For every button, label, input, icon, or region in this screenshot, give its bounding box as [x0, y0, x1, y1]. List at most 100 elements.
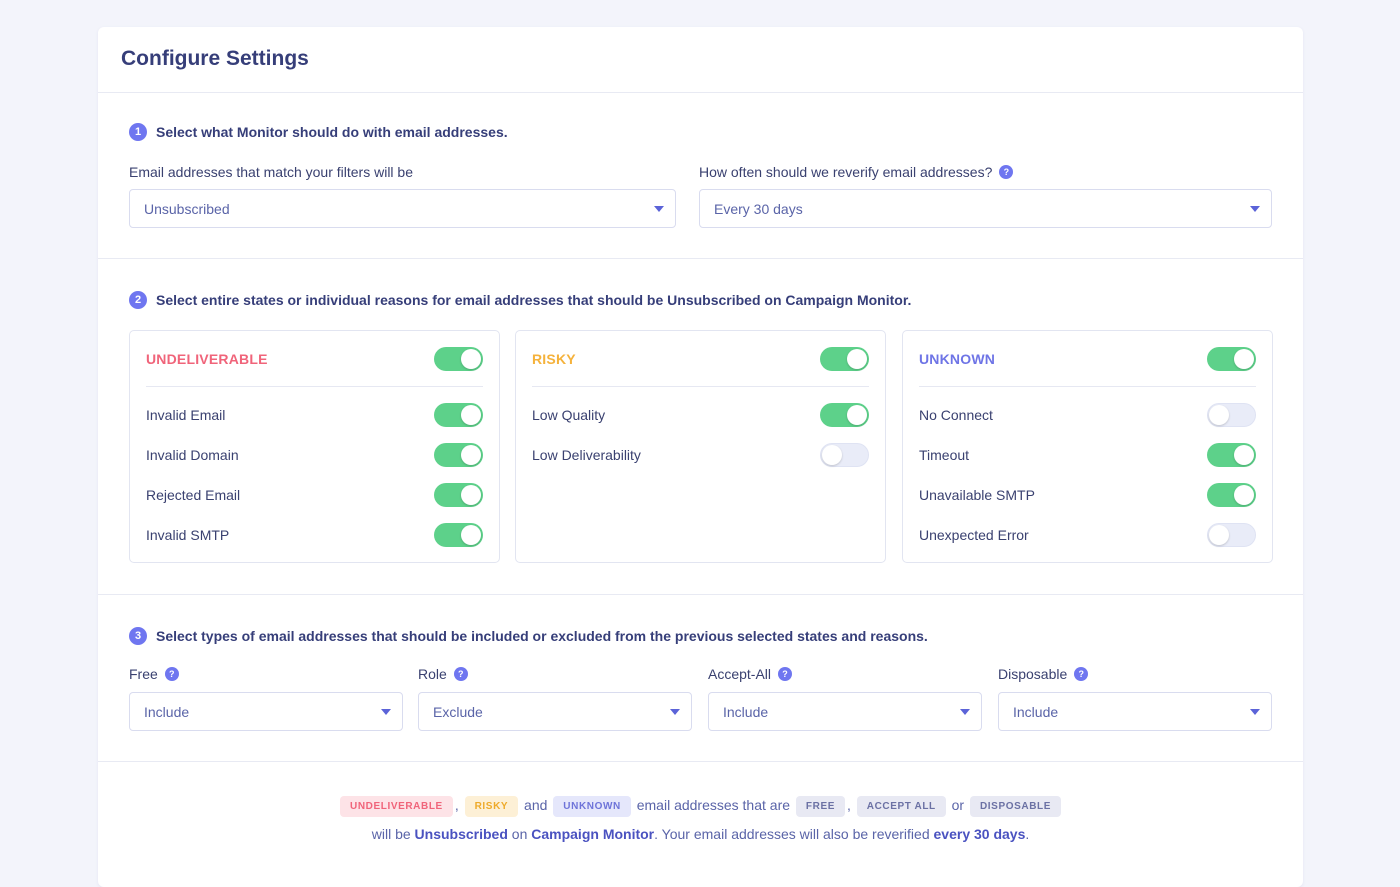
section-action: 1 Select what Monitor should do with ema… — [98, 93, 1303, 259]
section-states: 2 Select entire states or individual rea… — [98, 259, 1303, 595]
accept-all-label-text: Accept-All — [708, 666, 772, 682]
question-icon[interactable]: ? — [164, 667, 179, 681]
page-title: Configure Settings — [121, 47, 309, 70]
reason-list: Invalid Email Invalid Domain Rejected Em… — [146, 387, 483, 555]
state-toggle[interactable] — [820, 346, 869, 371]
reason-toggle[interactable] — [1207, 523, 1256, 547]
reason-label: Rejected Email — [146, 487, 241, 503]
panel-header: RISKY — [532, 331, 869, 387]
panel-title: UNKNOWN — [919, 350, 996, 367]
list-item: Timeout — [919, 435, 1256, 475]
summary-frequency: every 30 days — [933, 826, 1026, 842]
list-item: No Connect — [919, 395, 1256, 435]
state-toggle[interactable] — [434, 346, 483, 371]
reason-label: Unavailable SMTP — [919, 487, 1035, 503]
step-text: Select what Monitor should do with email… — [156, 124, 508, 140]
toggle-knob — [461, 445, 481, 465]
disposable-label-text: Disposable — [998, 666, 1068, 682]
list-item: Rejected Email — [146, 475, 483, 515]
step-number: 1 — [129, 123, 147, 141]
list-item: Low Quality — [532, 395, 869, 435]
toggle-knob — [461, 405, 481, 425]
question-icon[interactable]: ? — [453, 667, 468, 681]
state-toggle[interactable] — [1207, 346, 1256, 371]
free-select[interactable]: Include — [129, 692, 403, 731]
question-icon[interactable]: ? — [778, 667, 793, 681]
chip-unknown: UNKNOWN — [553, 796, 631, 817]
toggle-knob — [461, 485, 481, 505]
summary-line-2: will be Unsubscribed on Campaign Monitor… — [98, 826, 1303, 842]
summary-separator: , — [454, 797, 459, 814]
summary-service: Campaign Monitor — [531, 826, 655, 842]
reason-toggle[interactable] — [434, 403, 483, 427]
reason-label: Invalid Domain — [146, 447, 239, 463]
disposable-select-value: Include — [1013, 703, 1059, 720]
chip-disposable: DISPOSABLE — [969, 796, 1061, 817]
reason-toggle[interactable] — [434, 523, 483, 547]
reason-toggle[interactable] — [820, 443, 869, 467]
free-label-text: Free — [129, 666, 158, 682]
reason-toggle[interactable] — [434, 443, 483, 467]
reason-label: Low Deliverability — [532, 447, 641, 463]
action-select-value: Unsubscribed — [144, 200, 230, 217]
chevron-down-icon — [1250, 709, 1260, 715]
reason-toggle[interactable] — [820, 403, 869, 427]
step-text: Select types of email addresses that sho… — [156, 628, 928, 644]
panel-header: UNDELIVERABLE — [146, 331, 483, 387]
summary-and: and — [524, 797, 548, 814]
panel-header: UNKNOWN — [919, 331, 1256, 387]
summary-or: or — [951, 797, 965, 814]
reason-list: No Connect Timeout Unavailable SMTP Unex… — [919, 387, 1256, 555]
action-select[interactable]: Unsubscribed — [129, 189, 676, 228]
panel-undeliverable: UNDELIVERABLE Invalid Email Invalid Doma… — [129, 330, 500, 563]
summary-action: Unsubscribed — [414, 826, 508, 842]
panel-risky: RISKY Low Quality Low Deliverability — [515, 330, 886, 563]
accept-all-select[interactable]: Include — [708, 692, 982, 731]
disposable-label: Disposable ? — [998, 666, 1089, 682]
reverify-select-value: Every 30 days — [714, 200, 803, 217]
toggle-knob — [461, 348, 481, 369]
list-item: Unavailable SMTP — [919, 475, 1256, 515]
disposable-select[interactable]: Include — [998, 692, 1272, 731]
toggle-knob — [1209, 525, 1229, 545]
summary-line-1: UNDELIVERABLE, RISKY and UNKNOWN email a… — [98, 796, 1303, 817]
reason-toggle[interactable] — [1207, 443, 1256, 467]
step-number: 2 — [129, 291, 147, 309]
summary-separator: , — [847, 797, 851, 814]
free-label: Free ? — [129, 666, 179, 682]
toggle-knob — [1234, 348, 1254, 369]
free-select-value: Include — [144, 703, 190, 720]
summary-text: will be — [371, 826, 411, 842]
step-heading: 2 Select entire states or individual rea… — [129, 291, 911, 309]
step-text: Select entire states or individual reaso… — [156, 292, 912, 308]
reason-toggle[interactable] — [434, 483, 483, 507]
toggle-knob — [461, 525, 481, 545]
action-label-text: Email addresses that match your filters … — [129, 164, 413, 180]
panel-title: RISKY — [532, 350, 576, 367]
summary-text: . — [1025, 826, 1030, 842]
accept-all-select-value: Include — [723, 703, 769, 720]
chevron-down-icon — [654, 206, 664, 212]
role-label-text: Role — [418, 666, 447, 682]
question-icon[interactable]: ? — [1074, 667, 1089, 681]
chip-free: FREE — [795, 796, 845, 817]
role-select[interactable]: Exclude — [418, 692, 692, 731]
reason-toggle[interactable] — [1207, 403, 1256, 427]
step-heading: 1 Select what Monitor should do with ema… — [129, 123, 508, 141]
chevron-down-icon — [960, 709, 970, 715]
reason-toggle[interactable] — [1207, 483, 1256, 507]
section-summary: UNDELIVERABLE, RISKY and UNKNOWN email a… — [98, 762, 1303, 882]
list-item: Low Deliverability — [532, 435, 869, 475]
step-heading: 3 Select types of email addresses that s… — [129, 627, 928, 645]
toggle-knob — [1234, 445, 1254, 465]
reason-list: Low Quality Low Deliverability — [532, 387, 869, 475]
reverify-select[interactable]: Every 30 days — [699, 189, 1272, 228]
reason-label: Unexpected Error — [919, 527, 1029, 543]
list-item: Invalid SMTP — [146, 515, 483, 555]
question-icon[interactable]: ? — [999, 165, 1014, 179]
panel-title: UNDELIVERABLE — [146, 350, 268, 367]
reverify-label: How often should we reverify email addre… — [699, 164, 1014, 180]
list-item: Unexpected Error — [919, 515, 1256, 555]
panel-unknown: UNKNOWN No Connect Timeout Unavailable S… — [902, 330, 1273, 563]
list-item: Invalid Domain — [146, 435, 483, 475]
